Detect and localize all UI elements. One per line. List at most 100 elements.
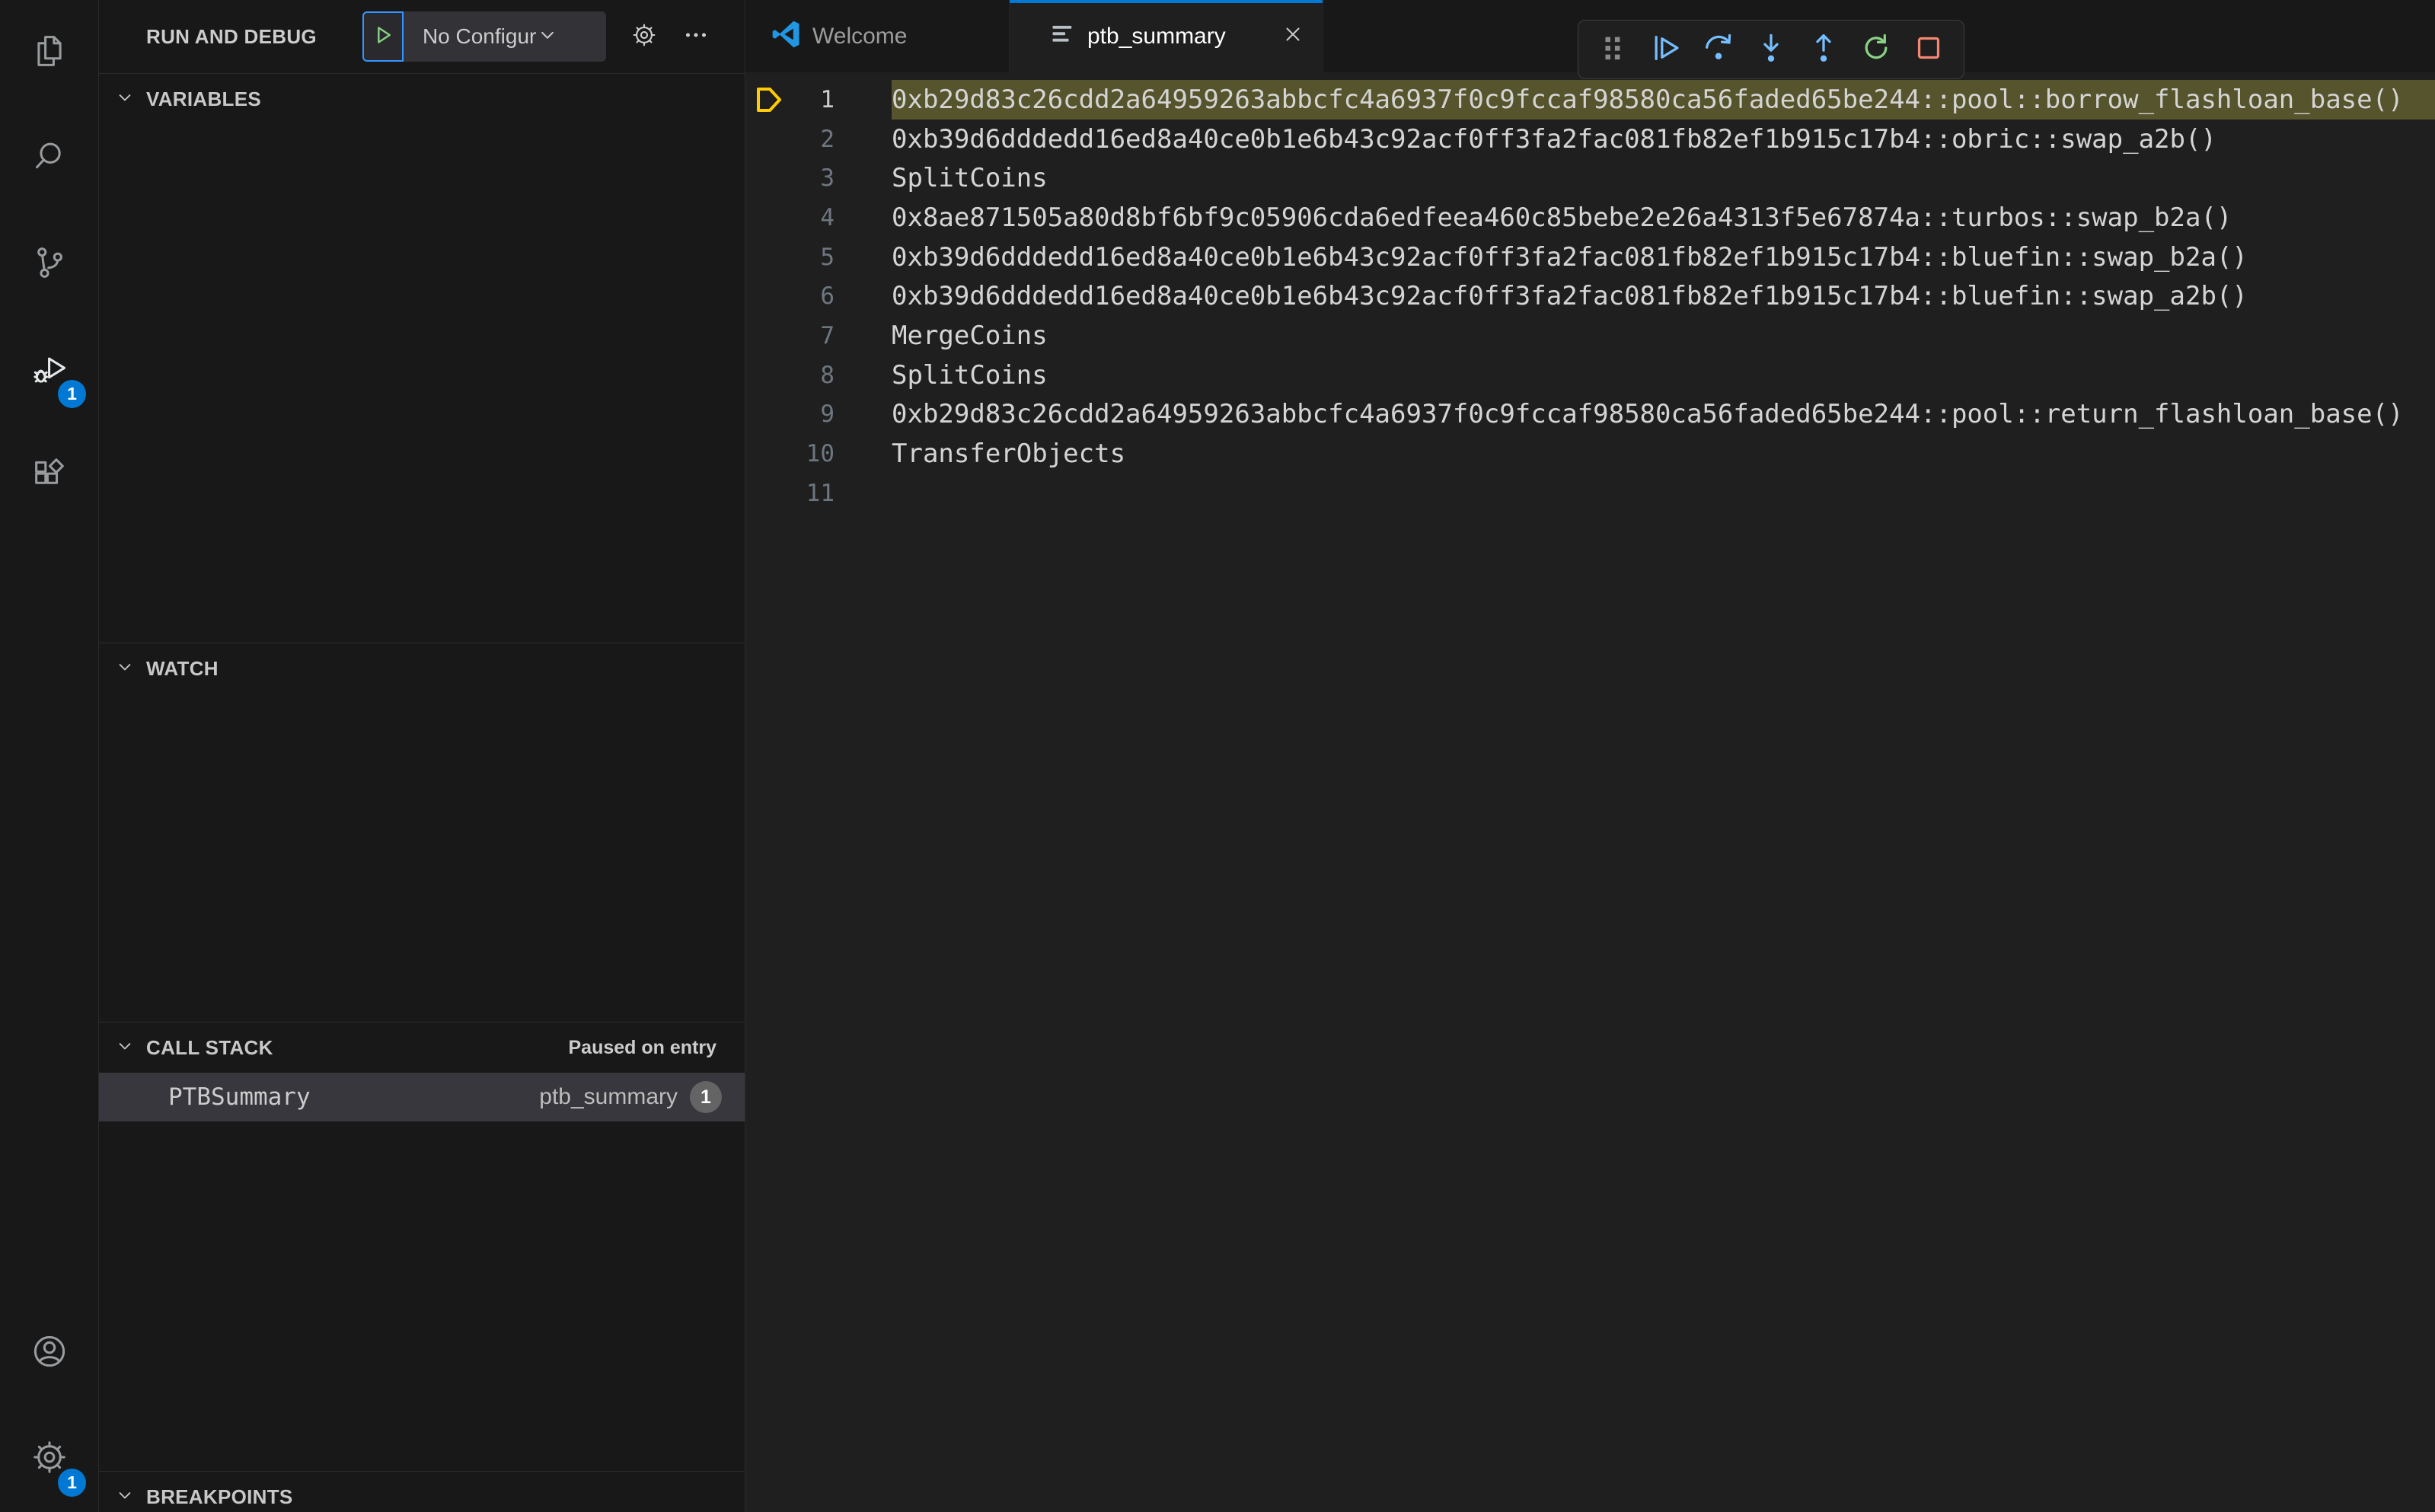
code-line-5[interactable]: 5 0xb39d6dddedd16ed8a40ce0b1e6b43c92acf0… (745, 238, 2435, 277)
sidebar-header: RUN AND DEBUG No Configur (99, 0, 745, 73)
call-stack-section-label: CALL STACK (146, 1035, 273, 1059)
stop-button[interactable] (1904, 25, 1953, 74)
line-number: 2 (820, 125, 835, 153)
continue-icon (1648, 30, 1683, 69)
gutter-line-7[interactable]: 7 (745, 316, 892, 356)
chevron-down-icon (114, 87, 146, 112)
gutter-line-10[interactable]: 10 (745, 434, 892, 474)
stop-icon (1911, 30, 1946, 69)
stack-frame-file: ptb_summary (539, 1084, 678, 1109)
stack-frame-badge: 1 (690, 1081, 722, 1113)
code-editor[interactable]: 1 0xb29d83c26cdd2a64959263abbcfc4a6937f0… (745, 72, 2435, 1512)
code-line-4[interactable]: 4 0x8ae871505a80d8bf6bf9c05906cda6edfeea… (745, 198, 2435, 238)
code-text[interactable]: MergeCoins (892, 316, 2435, 356)
call-stack-section-header[interactable]: CALL STACK Paused on entry (99, 1022, 745, 1073)
variables-section-label: VARIABLES (146, 87, 262, 110)
step-over-icon (1701, 30, 1736, 69)
code-text[interactable]: TransferObjects (892, 434, 2435, 474)
code-line-11[interactable]: 11 (745, 474, 2435, 513)
gutter-line-11[interactable]: 11 (745, 474, 892, 513)
step-out-button[interactable] (1799, 25, 1848, 74)
line-number: 9 (820, 400, 835, 429)
sidebar-item-explorer[interactable] (0, 0, 98, 106)
settings-badge: 1 (58, 1469, 86, 1497)
breakpoints-section-header[interactable]: BREAKPOINTS (99, 1472, 745, 1512)
code-line-2[interactable]: 2 0xb39d6dddedd16ed8a40ce0b1e6b43c92acf0… (745, 120, 2435, 159)
gutter-line-1[interactable]: 1 (745, 80, 892, 120)
account-button[interactable] (0, 1300, 98, 1406)
line-number: 11 (806, 479, 835, 507)
gutter-line-9[interactable]: 9 (745, 395, 892, 435)
code-text[interactable]: 0xb39d6dddedd16ed8a40ce0b1e6b43c92acf0ff… (892, 276, 2435, 316)
code-text[interactable]: 0xb29d83c26cdd2a64959263abbcfc4a6937f0c9… (892, 80, 2435, 120)
stack-frame-name: PTBSummary (168, 1083, 311, 1111)
gutter-line-8[interactable]: 8 (745, 356, 892, 395)
code-text[interactable]: SplitCoins (892, 158, 2435, 198)
breakpoints-section-label: BREAKPOINTS (146, 1485, 293, 1508)
debug-settings-button[interactable] (630, 21, 658, 53)
code-line-7[interactable]: 7 MergeCoins (745, 316, 2435, 356)
views-more-actions-button[interactable] (682, 21, 710, 53)
vscode-logo-icon (770, 18, 802, 54)
debug-configuration-dropdown[interactable]: No Configur (403, 11, 606, 62)
close-tab-button[interactable] (1281, 23, 1304, 49)
gear-icon (630, 21, 658, 53)
ellipsis-icon (682, 21, 710, 53)
watch-section-header[interactable]: WATCH (99, 643, 745, 694)
code-text[interactable]: 0xb29d83c26cdd2a64959263abbcfc4a6937f0c9… (892, 395, 2435, 435)
code-line-9[interactable]: 9 0xb29d83c26cdd2a64959263abbcfc4a6937f0… (745, 395, 2435, 435)
toolbar-drag-handle[interactable] (1589, 25, 1638, 74)
code-line-10[interactable]: 10 TransferObjects (745, 434, 2435, 474)
gutter-line-6[interactable]: 6 (745, 276, 892, 316)
extensions-icon (30, 455, 69, 498)
gutter-line-5[interactable]: 5 (745, 238, 892, 277)
chevron-down-icon (114, 656, 146, 681)
tab-ptb-summary[interactable]: ptb_summary (1010, 0, 1323, 72)
sidebar-item-search[interactable] (0, 106, 98, 212)
continue-button[interactable] (1642, 25, 1690, 74)
code-line-3[interactable]: 3 SplitCoins (745, 158, 2435, 198)
manage-button[interactable]: 1 (0, 1406, 98, 1512)
call-stack-section: CALL STACK Paused on entry PTBSummary pt… (99, 1022, 745, 1471)
stack-frame-meta: ptb_summary 1 (539, 1081, 722, 1113)
vscode-window: 1 1 RUN AND DEBUG No Configur VARIABLES … (0, 0, 2435, 1512)
step-over-button[interactable] (1694, 25, 1743, 74)
code-text[interactable]: 0x8ae871505a80d8bf6bf9c05906cda6edfeea46… (892, 198, 2435, 238)
step-out-icon (1806, 30, 1841, 69)
current-position-arrow-icon (757, 87, 781, 112)
debug-pause-status: Paused on entry (568, 1036, 717, 1058)
tab-welcome[interactable]: Welcome (745, 0, 1010, 72)
chevron-down-icon (114, 1035, 146, 1061)
line-number: 6 (820, 282, 835, 311)
code-line-1[interactable]: 1 0xb29d83c26cdd2a64959263abbcfc4a6937f0… (745, 80, 2435, 120)
gutter-line-2[interactable]: 2 (745, 120, 892, 159)
variables-section-header[interactable]: VARIABLES (99, 74, 745, 124)
breakpoints-section: BREAKPOINTS (99, 1471, 745, 1512)
sidebar-item-source-control[interactable] (0, 212, 98, 317)
sidebar-item-run-and-debug[interactable]: 1 (0, 317, 98, 423)
code-text[interactable] (892, 474, 2435, 513)
restart-button[interactable] (1852, 25, 1900, 74)
tab-label: Welcome (812, 23, 908, 49)
variables-section: VARIABLES (99, 73, 745, 643)
call-stack-frame-row[interactable]: PTBSummary ptb_summary 1 (99, 1073, 745, 1121)
line-number: 4 (820, 203, 835, 231)
debug-configuration-label: No Configur (422, 24, 537, 48)
activity-bar-top: 1 (0, 0, 98, 529)
account-icon (30, 1332, 69, 1375)
watch-section-label: WATCH (146, 656, 219, 680)
code-text[interactable]: 0xb39d6dddedd16ed8a40ce0b1e6b43c92acf0ff… (892, 238, 2435, 277)
launch-controls: No Configur (362, 11, 606, 62)
code-text[interactable]: SplitCoins (892, 356, 2435, 395)
code-line-6[interactable]: 6 0xb39d6dddedd16ed8a40ce0b1e6b43c92acf0… (745, 276, 2435, 316)
code-text[interactable]: 0xb39d6dddedd16ed8a40ce0b1e6b43c92acf0ff… (892, 120, 2435, 159)
close-icon (1281, 23, 1304, 49)
code-line-8[interactable]: 8 SplitCoins (745, 356, 2435, 395)
start-debugging-button[interactable] (362, 11, 404, 62)
gutter-line-4[interactable]: 4 (745, 198, 892, 238)
sidebar-item-extensions[interactable] (0, 423, 98, 529)
source-control-icon (30, 243, 69, 286)
step-into-button[interactable] (1747, 25, 1795, 74)
gutter-line-3[interactable]: 3 (745, 158, 892, 198)
files-icon (30, 31, 69, 75)
